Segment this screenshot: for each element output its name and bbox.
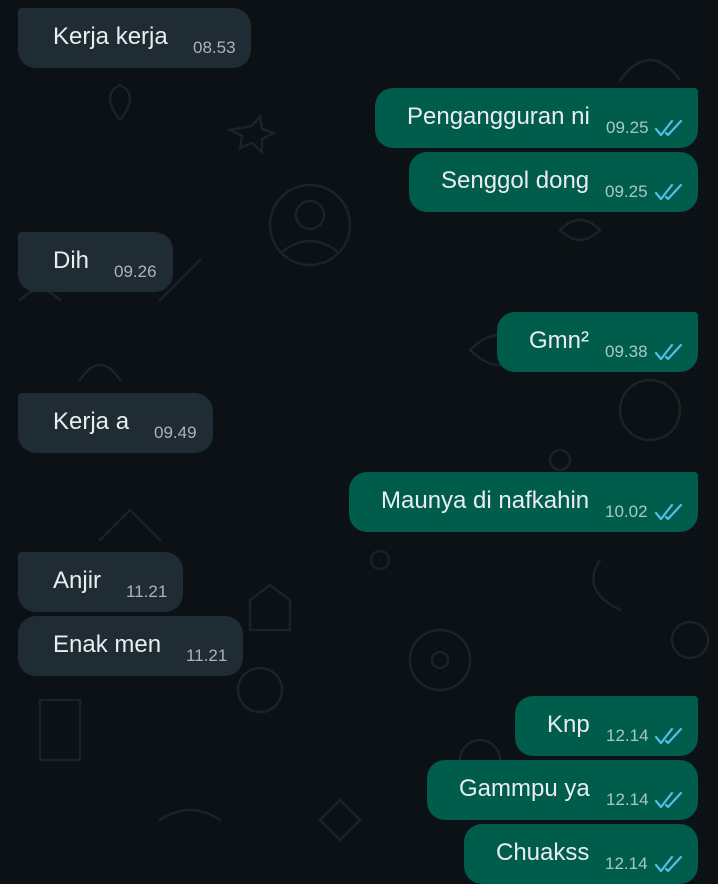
message-text: Senggol dong	[441, 167, 590, 194]
double-check-read-icon	[654, 791, 683, 809]
message-text: Enak men	[53, 631, 162, 658]
incoming-message-bubble[interactable]: Anjir 11.21	[18, 552, 183, 612]
message-time: 09.49	[154, 423, 197, 442]
message-time: 11.21	[186, 646, 228, 665]
outgoing-message-bubble[interactable]: Gmn² 09.38	[497, 312, 698, 372]
message-time: 11.21	[126, 582, 168, 601]
message-time: 12.14	[606, 790, 649, 809]
outgoing-message-bubble[interactable]: Pengangguran ni 09.25	[375, 88, 698, 148]
message-text: Anjir	[53, 567, 102, 594]
message-time: 09.25	[605, 182, 648, 201]
message-text: Maunya di nafkahin	[381, 487, 590, 514]
double-check-read-icon	[654, 855, 683, 873]
outgoing-message-bubble[interactable]: Knp 12.14	[515, 696, 698, 756]
message-text: Gmn²	[529, 327, 589, 354]
outgoing-message-bubble[interactable]: Gammpu ya 12.14	[427, 760, 698, 820]
message-text: Gammpu ya	[459, 775, 590, 802]
double-check-read-icon	[654, 343, 683, 361]
message-text: Kerja kerja	[53, 23, 168, 50]
message-text: Kerja a	[53, 408, 130, 435]
incoming-message-bubble[interactable]: Kerja kerja 08.53	[18, 8, 251, 68]
message-time: 09.38	[605, 342, 648, 361]
outgoing-message-bubble[interactable]: Senggol dong 09.25	[409, 152, 698, 212]
message-time: 12.14	[605, 854, 648, 873]
incoming-message-bubble[interactable]: Kerja a 09.49	[18, 393, 213, 453]
outgoing-message-bubble[interactable]: Maunya di nafkahin 10.02	[349, 472, 698, 532]
double-check-read-icon	[654, 727, 683, 745]
message-time: 10.02	[605, 502, 648, 521]
message-text: Knp	[547, 711, 590, 738]
message-time: 08.53	[193, 38, 236, 57]
incoming-message-bubble[interactable]: Dih 09.26	[18, 232, 173, 292]
chat-area[interactable]: Kerja kerja 08.53 Pengangguran ni 09.25 Seng…	[0, 0, 718, 884]
message-text: Dih	[53, 247, 90, 274]
double-check-read-icon	[654, 503, 683, 521]
message-time: 09.26	[114, 262, 157, 281]
message-text: Pengangguran ni	[407, 103, 590, 130]
message-time: 12.14	[606, 726, 649, 745]
incoming-message-bubble[interactable]: Enak men 11.21	[18, 616, 243, 676]
message-text: Chuakss	[496, 839, 590, 866]
outgoing-message-bubble[interactable]: Chuakss 12.14	[464, 824, 698, 884]
double-check-read-icon	[654, 119, 683, 137]
message-time: 09.25	[606, 118, 649, 137]
double-check-read-icon	[654, 183, 683, 201]
